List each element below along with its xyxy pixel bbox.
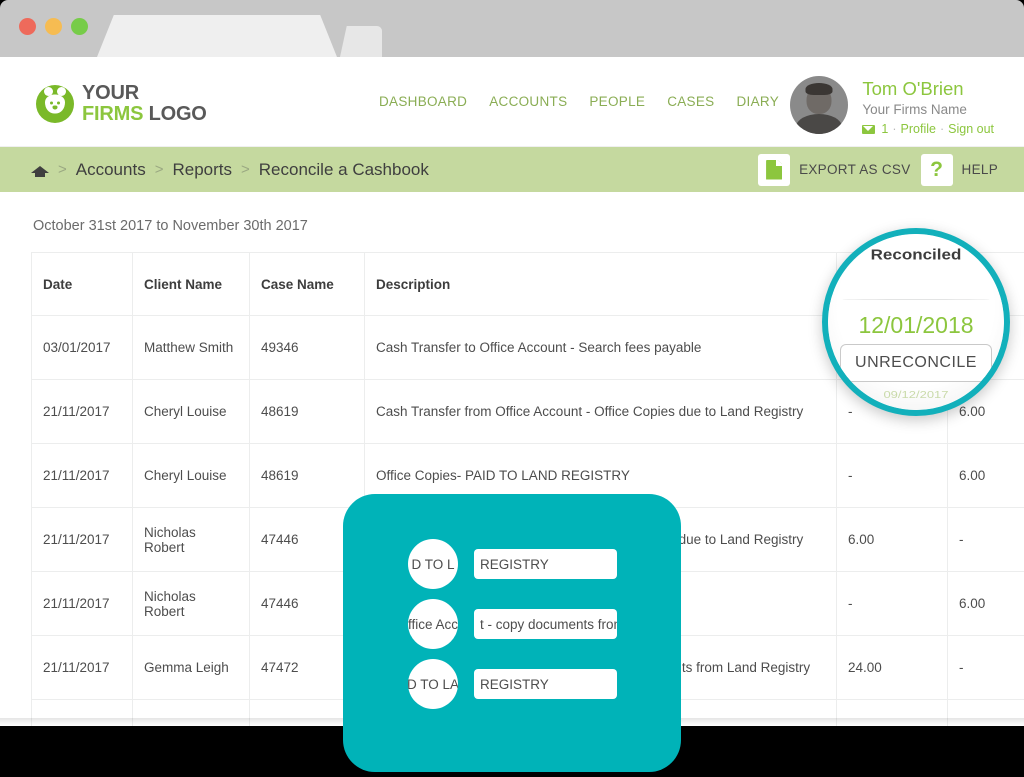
minimize-window-button[interactable]	[45, 18, 62, 35]
callout-circle-cutout: D TO LA	[408, 659, 458, 709]
message-count[interactable]: 1	[881, 120, 888, 139]
breadcrumb-item-accounts[interactable]: Accounts	[76, 160, 146, 180]
callout-row: ffice Acc t - copy documents from	[408, 599, 617, 649]
user-name: Tom O'Brien	[862, 78, 964, 99]
breadcrumb-bar: > Accounts > Reports > Reconcile a Cashb…	[0, 147, 1024, 192]
cell-expense: 6.00	[836, 507, 948, 572]
breadcrumb-separator-1: >	[58, 161, 67, 178]
magnifier-next-row-date: 09/12/2017	[883, 388, 949, 401]
callout-row: D TO L REGISTRY	[408, 539, 617, 589]
nav-item-people[interactable]: PEOPLE	[589, 94, 645, 109]
logo-line-your: YOUR	[82, 82, 139, 104]
site-logo[interactable]: YOUR FIRMS LOGO	[36, 83, 207, 124]
cell-case-name: 48619	[249, 443, 365, 508]
cell-case-name: 48619	[249, 379, 365, 444]
breadcrumb-item-current: Reconcile a Cashbook	[258, 159, 429, 179]
cell-client-name: Nicholas Robert	[132, 571, 250, 636]
nav-item-cases[interactable]: CASES	[667, 94, 714, 109]
home-icon[interactable]	[31, 162, 49, 177]
callout-box-text: REGISTRY	[480, 556, 549, 572]
breadcrumb: > Accounts > Reports > Reconcile a Cashb…	[31, 160, 429, 180]
callout-circle-text: D TO L	[411, 556, 455, 572]
cell-client-name: Matthew Smith	[132, 315, 250, 380]
cell-client-name: Gemma Leigh	[132, 635, 250, 700]
cell-date: 21/11/2017	[31, 507, 133, 572]
sign-out-link[interactable]: Sign out	[948, 120, 994, 139]
cell-date: 21/11/2017	[31, 443, 133, 508]
callout-circle-text: D TO LA	[408, 676, 458, 692]
cell-expense: 24.00	[836, 635, 948, 700]
maximize-window-button[interactable]	[71, 18, 88, 35]
cell-income: 6.00	[947, 443, 1024, 508]
cell-date: 21/11/2017	[31, 379, 133, 444]
magnifier-unreconcile-button[interactable]: UNRECONCILE	[840, 344, 992, 382]
callout-box-text: t - copy documents from	[480, 616, 617, 632]
column-header-case-name[interactable]: Case Name	[249, 252, 365, 316]
cell-client-name: Cheryl Louise	[132, 443, 250, 508]
cell-client-name: Nicholas Robert	[132, 507, 250, 572]
link-separator-2: ·	[939, 121, 945, 136]
envelope-icon[interactable]	[862, 124, 876, 134]
nav-item-diary[interactable]: DIARY	[736, 94, 779, 109]
profile-link[interactable]: Profile	[901, 120, 936, 139]
callout-row: D TO LA REGISTRY	[408, 659, 617, 709]
cell-income: 6.00	[947, 571, 1024, 636]
nav-item-accounts[interactable]: ACCOUNTS	[489, 94, 567, 109]
callout-box-text: REGISTRY	[480, 676, 549, 692]
column-header-description[interactable]: Description	[364, 252, 837, 316]
logo-wordmark: YOUR FIRMS LOGO	[82, 83, 207, 124]
breadcrumb-separator-3: >	[241, 161, 250, 178]
question-mark-icon: ?	[930, 158, 943, 181]
export-as-csv-label: EXPORT AS CSV	[799, 162, 911, 177]
logo-line-logo: LOGO	[143, 103, 207, 125]
cell-description: Cash Transfer from Office Account - Offi…	[364, 379, 837, 444]
cell-date: 21/11/2017	[31, 571, 133, 636]
cell-income: -	[947, 507, 1024, 572]
callout-circle-text: ffice Acc	[408, 616, 458, 632]
breadcrumb-separator-2: >	[154, 161, 164, 178]
user-firm-name: Your Firms Name	[862, 102, 967, 118]
logo-line-firms: FIRMS	[82, 103, 144, 125]
callout-box-cutout: t - copy documents from	[474, 609, 617, 639]
site-header: YOUR FIRMS LOGO DASHBOARD ACCOUNTS PEOPL…	[0, 57, 1024, 147]
user-account-box: Tom O'Brien Your Firms Name 1 · Profile …	[790, 76, 994, 138]
export-as-csv-button[interactable]: EXPORT AS CSV	[758, 153, 911, 186]
main-navigation: DASHBOARD ACCOUNTS PEOPLE CASES DIARY SE…	[379, 94, 848, 109]
cell-date: 03/01/2017	[31, 315, 133, 380]
csv-document-icon	[766, 159, 783, 180]
window-traffic-lights	[19, 18, 88, 35]
link-separator-1: ·	[892, 121, 897, 136]
magnifier-divider	[842, 299, 990, 300]
breadcrumb-item-reports[interactable]: Reports	[172, 160, 232, 180]
column-header-client-name[interactable]: Client Name	[132, 252, 250, 316]
cell-case-name: 49346	[249, 315, 365, 380]
cell-expense: -	[836, 443, 948, 508]
new-tab-button[interactable]	[340, 26, 382, 57]
cell-income: -	[947, 635, 1024, 700]
browser-chrome-bar	[0, 0, 1024, 57]
teal-callout-overlay: D TO L REGISTRY ffice Acc t - copy docum…	[343, 494, 681, 772]
callout-circle-cutout: D TO L	[408, 539, 458, 589]
breadcrumb-actions: EXPORT AS CSV ? HELP	[758, 147, 998, 192]
avatar[interactable]	[790, 76, 849, 134]
callout-box-cutout: REGISTRY	[474, 549, 617, 579]
close-window-button[interactable]	[19, 18, 36, 35]
cell-description: Cash Transfer to Office Account - Search…	[364, 315, 837, 380]
magnifier-reconciled-date: 12/01/2018	[858, 312, 974, 338]
report-date-range: October 31st 2017 to November 30th 2017	[33, 218, 308, 234]
cell-date: 21/11/2017	[31, 635, 133, 700]
koala-logo-icon	[36, 84, 74, 123]
magnifier-lens: Reconciled 12/01/2018 UNRECONCILE 09/12/…	[822, 228, 1010, 416]
callout-circle-cutout: ffice Acc	[408, 599, 458, 649]
user-links: 1 · Profile · Sign out	[862, 120, 994, 139]
browser-tab-active[interactable]	[97, 15, 337, 57]
help-button[interactable]: ? HELP	[920, 153, 998, 186]
cell-expense: -	[836, 571, 948, 636]
cell-client-name: Cheryl Louise	[132, 379, 250, 444]
nav-item-dashboard[interactable]: DASHBOARD	[379, 94, 467, 109]
callout-box-cutout: REGISTRY	[474, 669, 617, 699]
column-header-date[interactable]: Date	[31, 252, 133, 316]
magnifier-reconciled-title: Reconciled	[870, 246, 962, 263]
help-label: HELP	[961, 162, 998, 177]
